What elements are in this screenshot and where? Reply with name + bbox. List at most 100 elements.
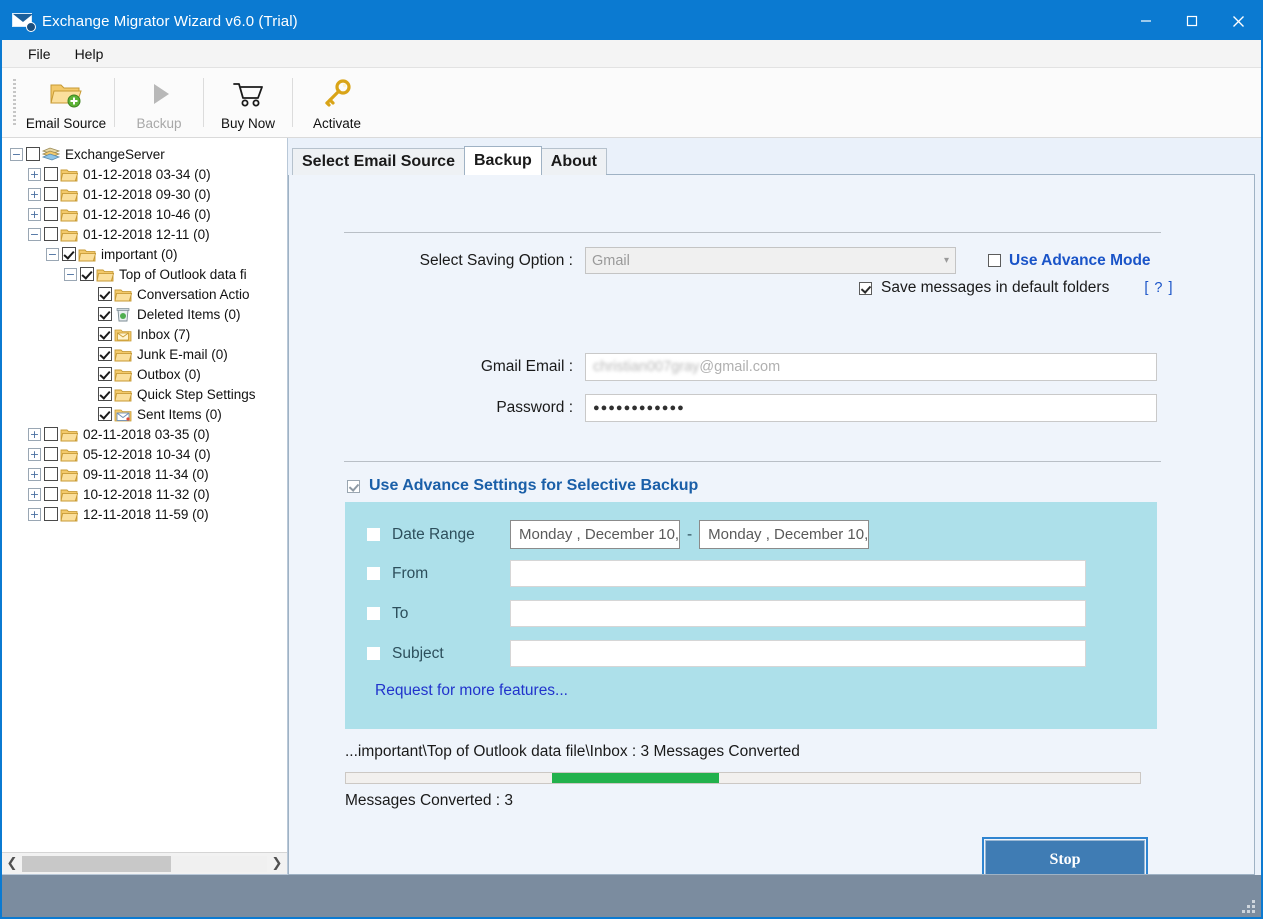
from-checkbox[interactable] (367, 567, 380, 580)
resize-grip-icon[interactable] (1241, 899, 1255, 913)
advance-settings-checkbox[interactable] (347, 479, 360, 493)
tree-node-checkbox[interactable] (98, 287, 112, 301)
help-link[interactable]: [ ? ] (1144, 280, 1173, 296)
to-checkbox[interactable] (367, 607, 380, 620)
expand-icon[interactable]: + (28, 187, 41, 201)
tree-node-checkbox[interactable] (44, 207, 58, 221)
collapse-icon[interactable]: − (46, 247, 59, 261)
chevron-right-icon[interactable]: ❯ (267, 854, 287, 874)
collapse-icon[interactable]: − (64, 267, 77, 281)
tree-node[interactable]: +01-12-2018 10-46 (0) (2, 204, 287, 224)
collapse-icon[interactable]: − (28, 227, 41, 241)
expand-icon[interactable]: + (28, 447, 41, 461)
toolbar-grip[interactable] (10, 68, 18, 137)
tree-node[interactable]: Quick Step Settings (2, 384, 287, 404)
close-icon[interactable] (1215, 2, 1261, 40)
default-folders-row[interactable]: Save messages in default folders [ ? ] (859, 279, 1174, 297)
tab-about[interactable]: About (540, 148, 607, 175)
minimize-icon[interactable] (1123, 2, 1169, 40)
scrollbar-thumb[interactable] (22, 855, 172, 872)
tab-select-email-source[interactable]: Select Email Source (292, 148, 465, 175)
toolbar-button-backup[interactable]: Backup (115, 68, 203, 137)
expand-icon[interactable]: + (28, 167, 41, 181)
tree-node-checkbox[interactable] (44, 487, 58, 501)
tree-node-checkbox[interactable] (44, 227, 58, 241)
tree-node[interactable]: +01-12-2018 09-30 (0) (2, 184, 287, 204)
tree-node[interactable]: Conversation Actio (2, 284, 287, 304)
tree-node-checkbox[interactable] (44, 427, 58, 441)
tree-node-checkbox[interactable] (98, 347, 112, 361)
collapse-icon[interactable]: − (10, 147, 23, 161)
chevron-left-icon[interactable]: ❮ (2, 854, 22, 874)
expand-icon[interactable]: + (28, 467, 41, 481)
advance-settings-row[interactable]: Use Advance Settings for Selective Backu… (347, 477, 698, 495)
expand-icon[interactable]: + (28, 487, 41, 501)
tree-node[interactable]: +02-11-2018 03-35 (0) (2, 424, 287, 444)
date-from-picker[interactable]: Monday , December 10, 2018 ▾ (510, 520, 680, 549)
tree-node-checkbox[interactable] (44, 467, 58, 481)
stop-button[interactable]: Stop (982, 837, 1148, 874)
tree-node[interactable]: − 01-12-2018 12-11 (0) (2, 224, 287, 244)
tree-node[interactable]: +12-11-2018 11-59 (0) (2, 504, 287, 524)
subject-checkbox[interactable] (367, 647, 380, 660)
tree-node[interactable]: +05-12-2018 10-34 (0) (2, 444, 287, 464)
gmail-email-value-domain: @gmail.com (699, 359, 781, 375)
tree-horizontal-scrollbar[interactable]: ❮ ❯ (2, 852, 287, 874)
tree-node-checkbox[interactable] (98, 387, 112, 401)
tree-node-checkbox[interactable] (98, 367, 112, 381)
tree-node-checkbox[interactable] (98, 307, 112, 321)
tree-node-checkbox[interactable] (44, 447, 58, 461)
tab-backup[interactable]: Backup (463, 146, 542, 175)
menu-item-file[interactable]: File (16, 43, 63, 65)
tree-node[interactable]: +01-12-2018 03-34 (0) (2, 164, 287, 184)
from-input[interactable] (510, 560, 1086, 587)
tree-node[interactable]: Outbox (0) (2, 364, 287, 384)
toolbar-button-buy-now[interactable]: Buy Now (204, 68, 292, 137)
menu-item-help[interactable]: Help (63, 43, 116, 65)
scrollbar-track[interactable] (22, 855, 267, 872)
play-triangle-icon (141, 79, 177, 113)
tree-node[interactable]: Deleted Items (0) (2, 304, 287, 324)
folder-tree[interactable]: − ExchangeServer +01-12-2018 03-34 (0) +01-… (2, 138, 287, 852)
default-folders-checkbox[interactable] (859, 281, 872, 295)
tree-node-label: 10-12-2018 11-32 (0) (83, 486, 210, 502)
inbox-envelope-icon (114, 327, 132, 342)
expand-icon[interactable]: + (28, 427, 41, 441)
tree-node[interactable]: +09-11-2018 11-34 (0) (2, 464, 287, 484)
date-range-checkbox[interactable] (367, 528, 380, 541)
folder-icon (60, 207, 79, 222)
maximize-icon[interactable] (1169, 2, 1215, 40)
gmail-email-input[interactable]: christian007gray @gmail.com (585, 353, 1157, 381)
expand-icon[interactable]: + (28, 207, 41, 221)
tree-node-checkbox[interactable] (98, 407, 112, 421)
tree-node-checkbox[interactable] (26, 147, 40, 161)
tree-node[interactable]: − important (0) (2, 244, 287, 264)
saving-option-select[interactable]: Gmail ▾ (585, 247, 956, 274)
tree-node-checkbox[interactable] (62, 247, 76, 261)
tree-node[interactable]: Inbox (7) (2, 324, 287, 344)
subject-input[interactable] (510, 640, 1086, 667)
section-divider-advance (344, 461, 1161, 462)
tree-node-checkbox[interactable] (98, 327, 112, 341)
tree-node[interactable]: − Top of Outlook data fi (2, 264, 287, 284)
tree-node[interactable]: Junk E-mail (0) (2, 344, 287, 364)
advance-mode-row[interactable]: Use Advance Mode (988, 252, 1151, 270)
date-to-picker[interactable]: Monday , December 10, 2018 ▾ (699, 520, 870, 549)
request-features-link[interactable]: Request for more features... (375, 682, 568, 700)
tree-node[interactable]: +10-12-2018 11-32 (0) (2, 484, 287, 504)
tree-node-checkbox[interactable] (80, 267, 94, 281)
to-input[interactable] (510, 600, 1086, 627)
tree-node-checkbox[interactable] (44, 507, 58, 521)
toolbar-button-email-source[interactable]: Email Source (18, 68, 114, 137)
tree-node[interactable]: − ExchangeServer (2, 144, 287, 164)
tree-node-checkbox[interactable] (44, 187, 58, 201)
advance-mode-checkbox[interactable] (988, 254, 1001, 267)
progress-status-text: ...important\Top of Outlook data file\In… (345, 743, 800, 760)
tree-node-checkbox[interactable] (44, 167, 58, 181)
expand-icon[interactable]: + (28, 507, 41, 521)
tree-node-label: Conversation Actio (137, 286, 250, 302)
tree-node-label: 02-11-2018 03-35 (0) (83, 426, 210, 442)
password-input[interactable]: ●●●●●●●●●●●● (585, 394, 1157, 422)
toolbar-button-activate[interactable]: Activate (293, 68, 381, 137)
tree-node[interactable]: Sent Items (0) (2, 404, 287, 424)
